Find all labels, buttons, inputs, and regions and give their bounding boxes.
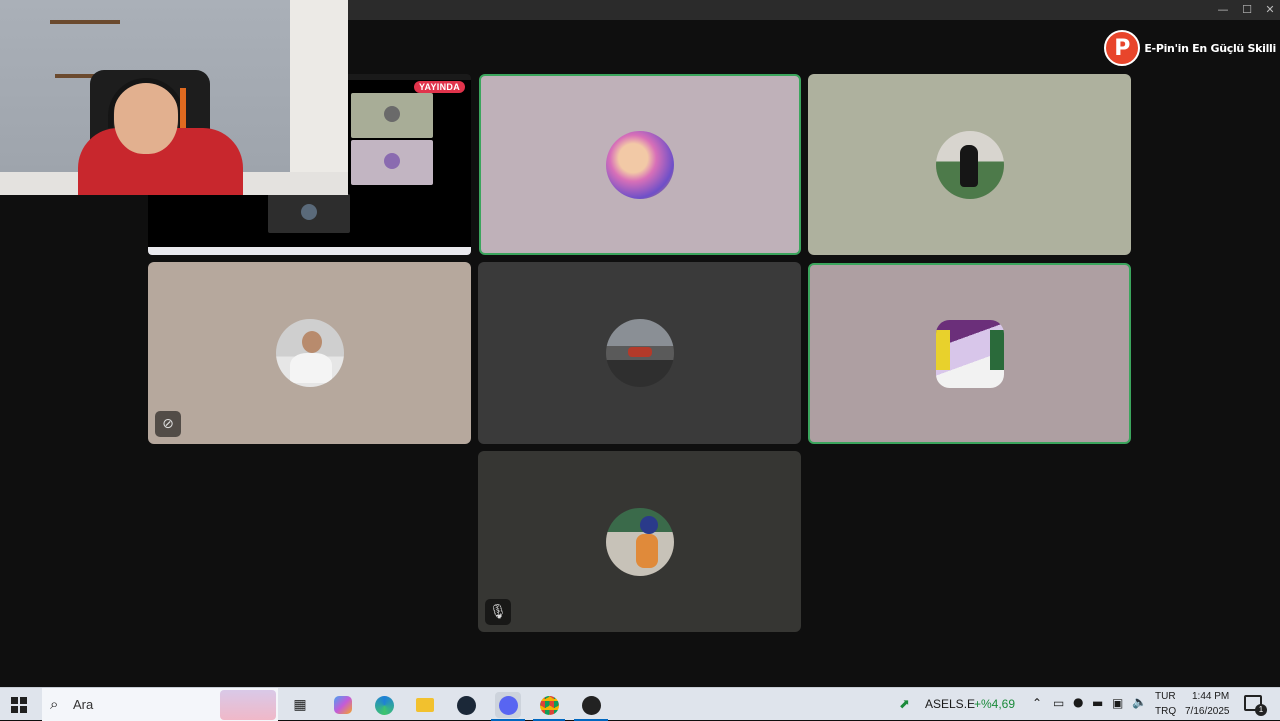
stock-trend-icon: ⬈ [899,697,910,712]
volume-icon[interactable]: 🔈 [1132,695,1147,709]
participant-tile[interactable] [479,74,801,255]
notification-count: 1 [1255,704,1267,716]
language-code[interactable]: TUR [1155,691,1176,702]
search-highlight-image [220,690,276,720]
participant-avatar [605,319,674,387]
brand-logo: P [1104,30,1141,66]
clock-date[interactable]: 7/16/2025 [1185,706,1230,717]
windows-start-icon[interactable] [6,692,32,718]
participant-avatar [605,507,674,576]
participant-avatar [935,319,1004,388]
brand-overlay: P E-Pin'in En Güçlü Skilli [1104,30,1276,66]
clock-time[interactable]: 1:44 PM [1192,691,1229,702]
mic-muted-icon: 🎙 [485,599,511,625]
stream-mini-tile [351,93,433,138]
battery-tray-icon[interactable]: ▭ [1053,696,1064,710]
edge-icon[interactable] [371,692,397,718]
stock-symbol[interactable]: ASELS.E [925,697,975,711]
search-icon: ⌕ [50,695,59,713]
keyboard-tray-icon[interactable]: ▬ [1092,696,1103,710]
obs-icon[interactable] [578,692,604,718]
keyboard-layout[interactable]: TRQ [1155,706,1176,717]
participant-avatar [606,130,674,199]
stream-mini-taskbar [148,247,471,255]
participant-tile[interactable] [478,262,801,444]
search-placeholder: Ara [73,697,94,712]
stream-mini-tile [351,140,433,185]
chrome-icon[interactable] [536,692,562,718]
taskbar-search[interactable]: ⌕ Ara [42,688,278,721]
show-hidden-icons-icon[interactable]: ⌃ [1032,696,1042,710]
discord-icon[interactable] [495,692,521,718]
webcam-overlay [0,0,348,195]
task-view-icon[interactable]: ▦ [287,692,313,718]
participant-tile[interactable]: ⊘ [148,262,471,444]
participant-avatar [935,130,1004,199]
participant-tile[interactable]: 🎙 [478,451,801,632]
microphone-tray-icon[interactable]: ● [1073,695,1083,709]
stream-mini-tile [268,194,350,233]
windows-taskbar: ⌕ Ara ▦ ⬈ ASELS.E +%4,69 ⌃ ▭ ● ▬ ▣ 🔈 TUR… [0,687,1280,721]
steam-icon[interactable] [453,692,479,718]
brand-text: E-Pin'in En Güçlü Skilli [1144,41,1276,55]
participant-avatar [275,319,344,387]
minimize-button[interactable]: — [1212,2,1234,18]
copilot-icon[interactable] [330,692,356,718]
participant-tile[interactable] [808,263,1131,444]
network-icon[interactable]: ▣ [1112,696,1123,710]
camera-off-icon: ⊘ [155,411,181,437]
wall-shelf [50,20,120,24]
live-badge: YAYINDA [414,81,465,93]
participant-tile[interactable] [808,74,1131,255]
stock-change[interactable]: +%4,69 [974,697,1015,711]
file-explorer-icon[interactable] [412,692,438,718]
close-button[interactable]: ✕ [1259,2,1280,18]
notification-icon[interactable]: 1 [1244,695,1267,716]
chair-accent [180,88,186,128]
maximize-button[interactable]: ☐ [1236,2,1258,18]
